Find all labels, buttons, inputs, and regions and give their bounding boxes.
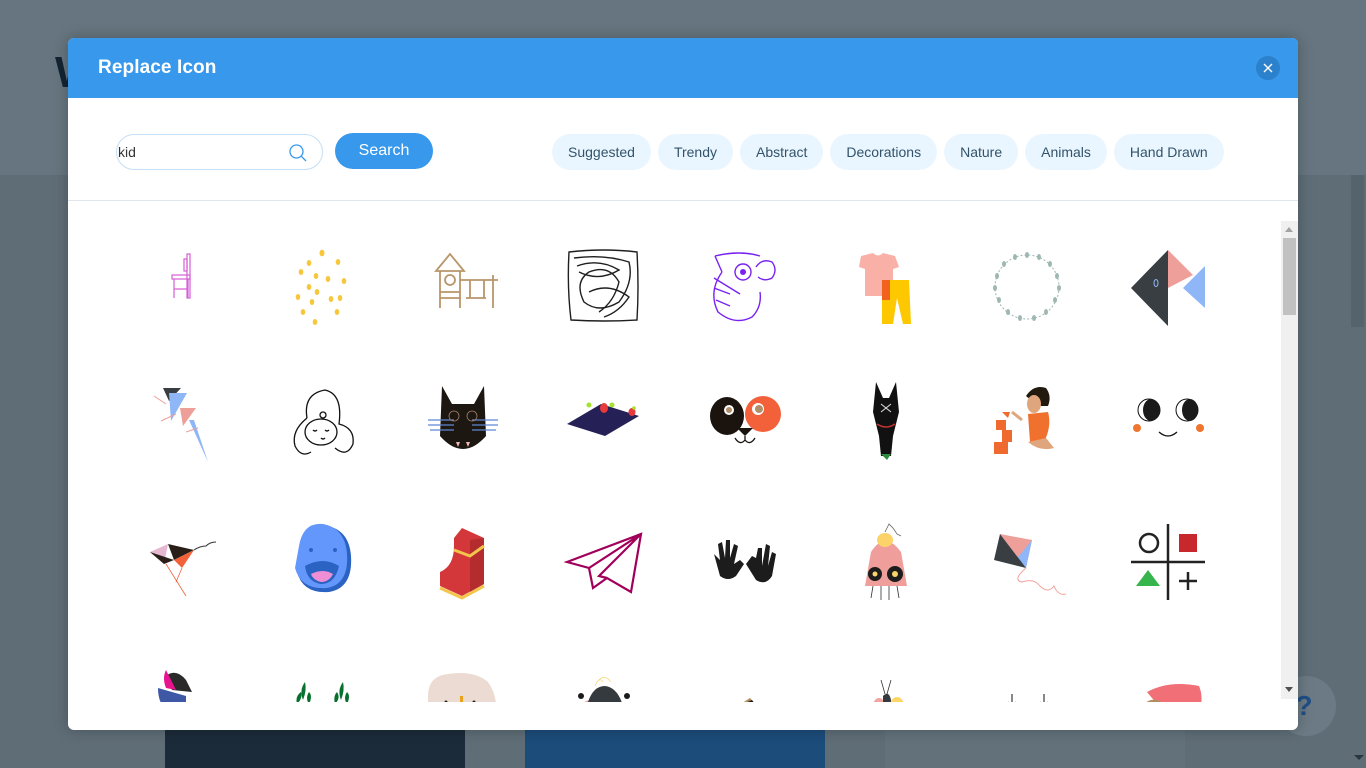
background-card	[525, 730, 825, 768]
tic-tac-toe-icon	[1131, 524, 1205, 600]
search-button[interactable]: Search	[335, 133, 433, 169]
black-cat-icon	[428, 386, 498, 449]
icon-option[interactable]	[549, 506, 659, 616]
parrot-icon	[713, 252, 776, 322]
scroll-thumb[interactable]	[1283, 238, 1296, 315]
pink-fan-icon	[1146, 684, 1202, 702]
child-blocks-icon	[994, 387, 1054, 454]
icon-option[interactable]	[972, 506, 1082, 616]
category-abstract[interactable]: Abstract	[740, 134, 824, 170]
bee-icon	[873, 679, 904, 702]
icon-option[interactable]	[408, 646, 518, 702]
brown-shape-icon	[743, 698, 754, 702]
kids-clothes-icon	[859, 253, 911, 324]
close-icon	[1263, 63, 1273, 73]
category-animals[interactable]: Animals	[1025, 134, 1107, 170]
icon-option[interactable]	[408, 232, 518, 342]
close-button[interactable]	[1256, 56, 1280, 80]
search-input[interactable]	[118, 144, 278, 160]
icon-option[interactable]	[690, 366, 800, 476]
hand-prints-icon	[714, 540, 776, 583]
pink-monster-icon	[865, 523, 907, 600]
search-icon[interactable]	[288, 143, 308, 163]
category-decorations[interactable]: Decorations	[830, 134, 938, 170]
icon-option[interactable]	[690, 232, 800, 342]
scribble-icon	[567, 249, 639, 322]
background-scroll-caret-icon	[1354, 755, 1364, 760]
background-card	[885, 730, 1185, 768]
chair-icon	[171, 253, 191, 299]
green-sprigs-icon	[296, 682, 349, 702]
icon-option[interactable]	[549, 232, 659, 342]
icon-option[interactable]	[126, 646, 236, 702]
playground-icon	[434, 252, 498, 308]
icon-option[interactable]	[408, 366, 518, 476]
background-card	[165, 730, 465, 768]
icon-option[interactable]	[690, 506, 800, 616]
geometric-fish-icon	[1131, 250, 1205, 326]
puppy-face-icon	[710, 396, 781, 444]
dialog-toolbar: Search Suggested Trendy Abstract Decorat…	[68, 98, 1298, 201]
kite-icon	[150, 541, 217, 597]
help-icon: ?	[1295, 690, 1313, 721]
icon-option[interactable]	[267, 366, 377, 476]
icon-option[interactable]	[831, 506, 941, 616]
icon-option[interactable]	[126, 366, 236, 476]
icon-option[interactable]	[690, 646, 800, 702]
icon-option[interactable]	[408, 506, 518, 616]
beige-face-icon	[428, 673, 496, 702]
background-scrollbar	[1351, 175, 1364, 327]
icon-option[interactable]	[1113, 646, 1223, 702]
blue-smiley-icon	[295, 523, 352, 593]
icon-option[interactable]	[972, 646, 1082, 702]
diamond-kite-icon	[994, 534, 1067, 595]
icon-option[interactable]	[549, 646, 659, 702]
scroll-down-arrow-icon[interactable]	[1285, 687, 1293, 692]
icon-grid-scrollbar[interactable]	[1281, 221, 1298, 699]
icon-option[interactable]	[267, 506, 377, 616]
girl-hat-icon	[158, 670, 192, 702]
dialog-title: Replace Icon	[98, 57, 217, 78]
icon-grid	[68, 202, 1298, 702]
cute-face-icon	[1133, 398, 1204, 437]
small-sprigs-icon	[1008, 694, 1048, 702]
icon-option[interactable]	[831, 646, 941, 702]
icon-option[interactable]	[267, 232, 377, 342]
dialog-header: Replace Icon	[68, 38, 1298, 98]
girl-face-icon	[293, 389, 354, 455]
category-trendy[interactable]: Trendy	[657, 134, 734, 170]
party-table-icon	[567, 402, 639, 436]
icon-option[interactable]	[126, 232, 236, 342]
geometric-kite-icon	[153, 388, 208, 462]
search-box	[116, 134, 323, 170]
category-filters: Suggested Trendy Abstract Decorations Na…	[552, 134, 1224, 170]
icon-option[interactable]	[972, 366, 1082, 476]
paper-plane-icon	[563, 532, 643, 594]
scroll-up-arrow-icon[interactable]	[1285, 227, 1293, 232]
icon-option[interactable]	[549, 366, 659, 476]
icon-option[interactable]	[972, 232, 1082, 342]
replace-icon-dialog: Replace Icon Search Suggested Trendy Abs…	[68, 38, 1298, 730]
yellow-dots-icon	[295, 249, 347, 325]
icon-option[interactable]	[831, 232, 941, 342]
dark-head-icon	[578, 677, 630, 702]
icon-option[interactable]	[1113, 232, 1223, 342]
dog-head-icon	[873, 382, 899, 460]
icon-option[interactable]	[126, 506, 236, 616]
icon-option[interactable]	[831, 366, 941, 476]
category-suggested[interactable]: Suggested	[552, 134, 651, 170]
leaf-wreath-icon	[993, 252, 1061, 321]
icon-option[interactable]	[1113, 506, 1223, 616]
category-nature[interactable]: Nature	[944, 134, 1019, 170]
toy-brick-icon	[439, 528, 485, 600]
icon-option[interactable]	[1113, 366, 1223, 476]
category-hand-drawn[interactable]: Hand Drawn	[1113, 134, 1224, 170]
icon-option[interactable]	[267, 646, 377, 702]
